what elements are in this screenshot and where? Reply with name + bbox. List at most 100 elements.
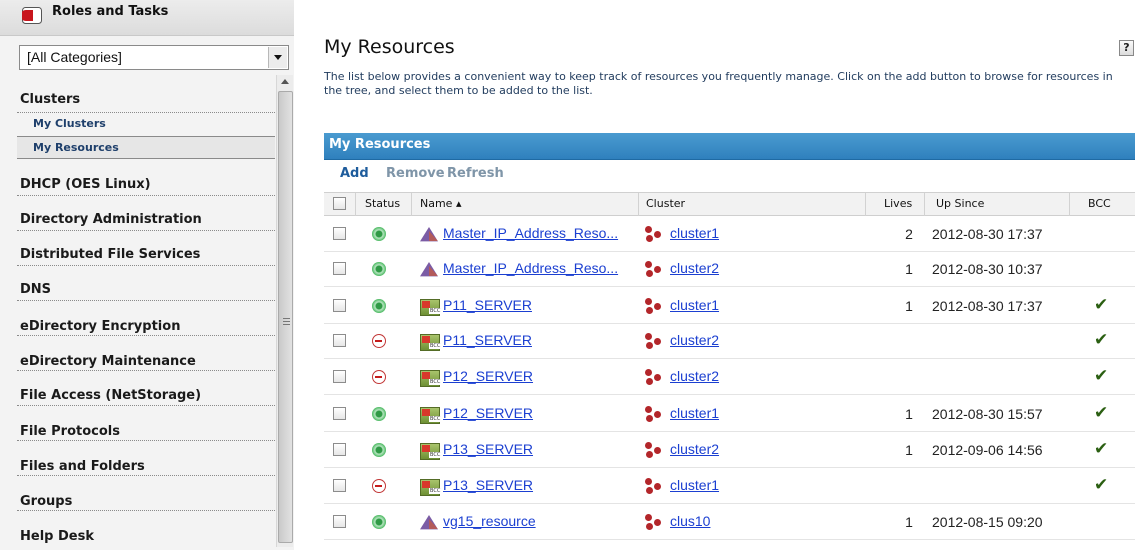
cluster-link[interactable]: cluster2 [670,368,719,384]
sidebar-item-edirectory-maintenance[interactable]: eDirectory Maintenance [17,336,275,371]
table-row[interactable]: P13_SERVER cluster1 ✔ [324,469,1135,504]
row-checkbox[interactable] [333,262,346,275]
cluster-node-dot [646,487,653,494]
row-checkbox[interactable] [333,370,346,383]
cluster-link[interactable]: cluster2 [670,332,719,348]
sidebar-scrollbar[interactable] [276,75,293,547]
select-all-checkbox[interactable] [333,197,346,210]
resource-name-link[interactable]: P13_SERVER [443,477,533,493]
sidebar-item-dns[interactable]: DNS [17,266,275,301]
cluster-link[interactable]: cluster1 [670,477,719,493]
table-row[interactable]: P12_SERVER cluster2 ✔ [324,360,1135,395]
status-running-icon [372,443,386,457]
sidebar-item-help-desk[interactable]: Help Desk [17,511,275,550]
table-row[interactable]: P12_SERVER cluster1 1 2012-08-30 15:57 ✔ [324,397,1135,432]
panel-title: My Resources [329,137,431,152]
resource-name-link[interactable]: P11_SERVER [443,332,532,348]
cluster-icon [644,369,662,385]
row-checkbox[interactable] [333,515,346,528]
sidebar-title: Roles and Tasks [52,4,169,19]
page-description: The list below provides a convenient way… [324,70,1113,97]
column-header-cluster[interactable]: Cluster [646,197,685,210]
row-checkbox[interactable] [333,227,346,240]
page-title: My Resources [324,36,455,58]
table-row[interactable]: P13_SERVER cluster2 1 2012-09-06 14:56 ✔ [324,433,1135,468]
resource-name-link[interactable]: P13_SERVER [443,441,533,457]
cluster-link[interactable]: cluster2 [670,260,719,276]
table-row[interactable]: P11_SERVER cluster1 1 2012-08-30 17:37 ✔ [324,289,1135,324]
sidebar-item-clusters[interactable]: Clusters [17,80,275,113]
table-row[interactable]: Master_IP_Address_Reso... cluster2 1 2012-0… [324,252,1135,287]
cluster-node-dot [646,378,653,385]
row-checkbox[interactable] [333,479,346,492]
cluster-link[interactable]: clus10 [670,513,710,529]
lives-value: 1 [905,406,913,422]
sidebar-item-edirectory-encryption[interactable]: eDirectory Encryption [17,301,275,336]
refresh-button[interactable]: Refresh [447,166,504,181]
table-row[interactable]: P11_SERVER cluster2 ✔ [324,324,1135,359]
cluster-node-dot [654,411,661,418]
cluster-link[interactable]: cluster2 [670,441,719,457]
sidebar-item-label: DNS [20,282,52,297]
sidebar-item-files-and-folders[interactable]: Files and Folders [17,441,275,476]
sidebar-item-label: eDirectory Encryption [20,319,181,334]
help-button[interactable]: ? [1119,40,1134,56]
column-header-name[interactable]: Name ▴ [420,197,461,210]
scroll-up-icon[interactable] [281,79,289,84]
sidebar-item-directory-administration[interactable]: Directory Administration [17,196,275,231]
cluster-link[interactable]: cluster1 [670,297,719,313]
up-since-value: 2012-08-30 10:37 [932,261,1043,277]
resource-name-link[interactable]: P12_SERVER [443,405,533,421]
sidebar-item-label: My Clusters [33,117,106,130]
column-header-bcc[interactable]: BCC [1088,197,1111,210]
sidebar-item-file-protocols[interactable]: File Protocols [17,406,275,441]
cluster-icon [644,298,662,314]
resource-name-link[interactable]: Master_IP_Address_Reso... [443,225,618,241]
resource-name-link[interactable]: Master_IP_Address_Reso... [443,260,618,276]
sidebar-item-dhcp[interactable]: DHCP (OES Linux) [17,159,275,196]
resource-name-link[interactable]: P12_SERVER [443,368,533,384]
column-divider [1069,193,1070,216]
table-row[interactable]: Master_IP_Address_Reso... cluster1 2 2012-0… [324,217,1135,252]
sidebar-item-groups[interactable]: Groups [17,476,275,511]
lives-value: 2 [905,226,913,242]
resource-name-link[interactable]: P11_SERVER [443,297,532,313]
cluster-icon [644,514,662,530]
scrollbar-thumb[interactable] [278,91,293,543]
bcc-server-icon [420,299,442,316]
sidebar-item-my-clusters[interactable]: My Clusters [17,113,275,135]
add-button[interactable]: Add [340,166,369,181]
cluster-node-dot [645,369,652,376]
remove-button[interactable]: Remove [386,166,445,181]
column-header-lives[interactable]: Lives [884,197,912,210]
cluster-node-dot [654,338,661,345]
cluster-icon [644,406,662,422]
sidebar-item-my-resources[interactable]: My Resources [17,136,275,159]
column-header-status[interactable]: Status [365,197,400,210]
sidebar-item-file-access[interactable]: File Access (NetStorage) [17,371,275,406]
row-checkbox[interactable] [333,443,346,456]
status-running-icon [372,299,386,313]
cluster-node-dot [646,342,653,349]
bcc-server-icon [420,479,442,496]
status-running-icon [372,227,386,241]
row-checkbox[interactable] [333,299,346,312]
cluster-link[interactable]: cluster1 [670,405,719,421]
cluster-node-dot [646,451,653,458]
column-header-up-since[interactable]: Up Since [936,197,984,210]
lives-value: 1 [905,298,913,314]
roles-and-tasks-icon [22,7,42,24]
sidebar-item-distributed-file-services[interactable]: Distributed File Services [17,231,275,266]
chevron-down-icon[interactable] [268,47,287,68]
lives-value: 1 [905,261,913,277]
table-row[interactable]: vg15_resource clus10 1 2012-08-15 09:20 [324,505,1135,540]
sidebar-item-label: File Protocols [20,424,120,439]
resource-name-link[interactable]: vg15_resource [443,513,536,529]
row-checkbox[interactable] [333,407,346,420]
cluster-link[interactable]: cluster1 [670,225,719,241]
category-select[interactable]: [All Categories] [19,45,289,70]
cluster-node-dot [645,298,652,305]
row-checkbox[interactable] [333,334,346,347]
cluster-icon [644,333,662,349]
sidebar-item-label: eDirectory Maintenance [20,354,196,369]
